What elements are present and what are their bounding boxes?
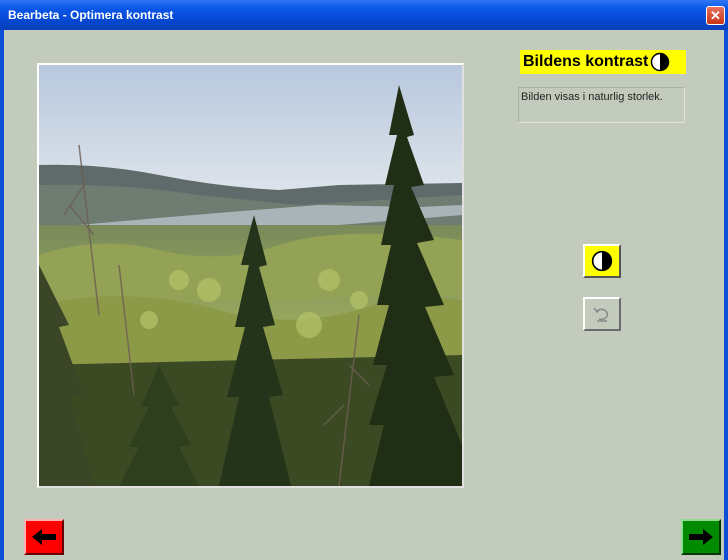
image-preview	[37, 63, 464, 488]
back-button[interactable]	[24, 519, 64, 555]
landscape-photo	[39, 65, 462, 486]
title-bar[interactable]: Bearbeta - Optimera kontrast ✕	[0, 0, 728, 30]
panel-heading: Bildens kontrast	[520, 50, 686, 74]
info-text: Bilden visas i naturlig storlek.	[521, 91, 663, 103]
undo-icon	[593, 307, 609, 322]
undo-button[interactable]	[583, 297, 621, 331]
close-icon: ✕	[710, 8, 721, 23]
contrast-button[interactable]	[583, 244, 621, 278]
panel-heading-text: Bildens kontrast	[523, 53, 649, 70]
next-button[interactable]	[681, 519, 721, 555]
contrast-icon	[651, 52, 670, 72]
arrow-left-icon	[32, 529, 56, 545]
app-window: Bearbeta - Optimera kontrast ✕ Bildens k…	[0, 0, 728, 560]
close-button[interactable]: ✕	[706, 6, 725, 25]
info-box: Bilden visas i naturlig storlek.	[518, 87, 685, 123]
arrow-right-icon	[689, 529, 713, 545]
contrast-icon	[591, 250, 613, 272]
window-title: Bearbeta - Optimera kontrast	[8, 8, 174, 22]
